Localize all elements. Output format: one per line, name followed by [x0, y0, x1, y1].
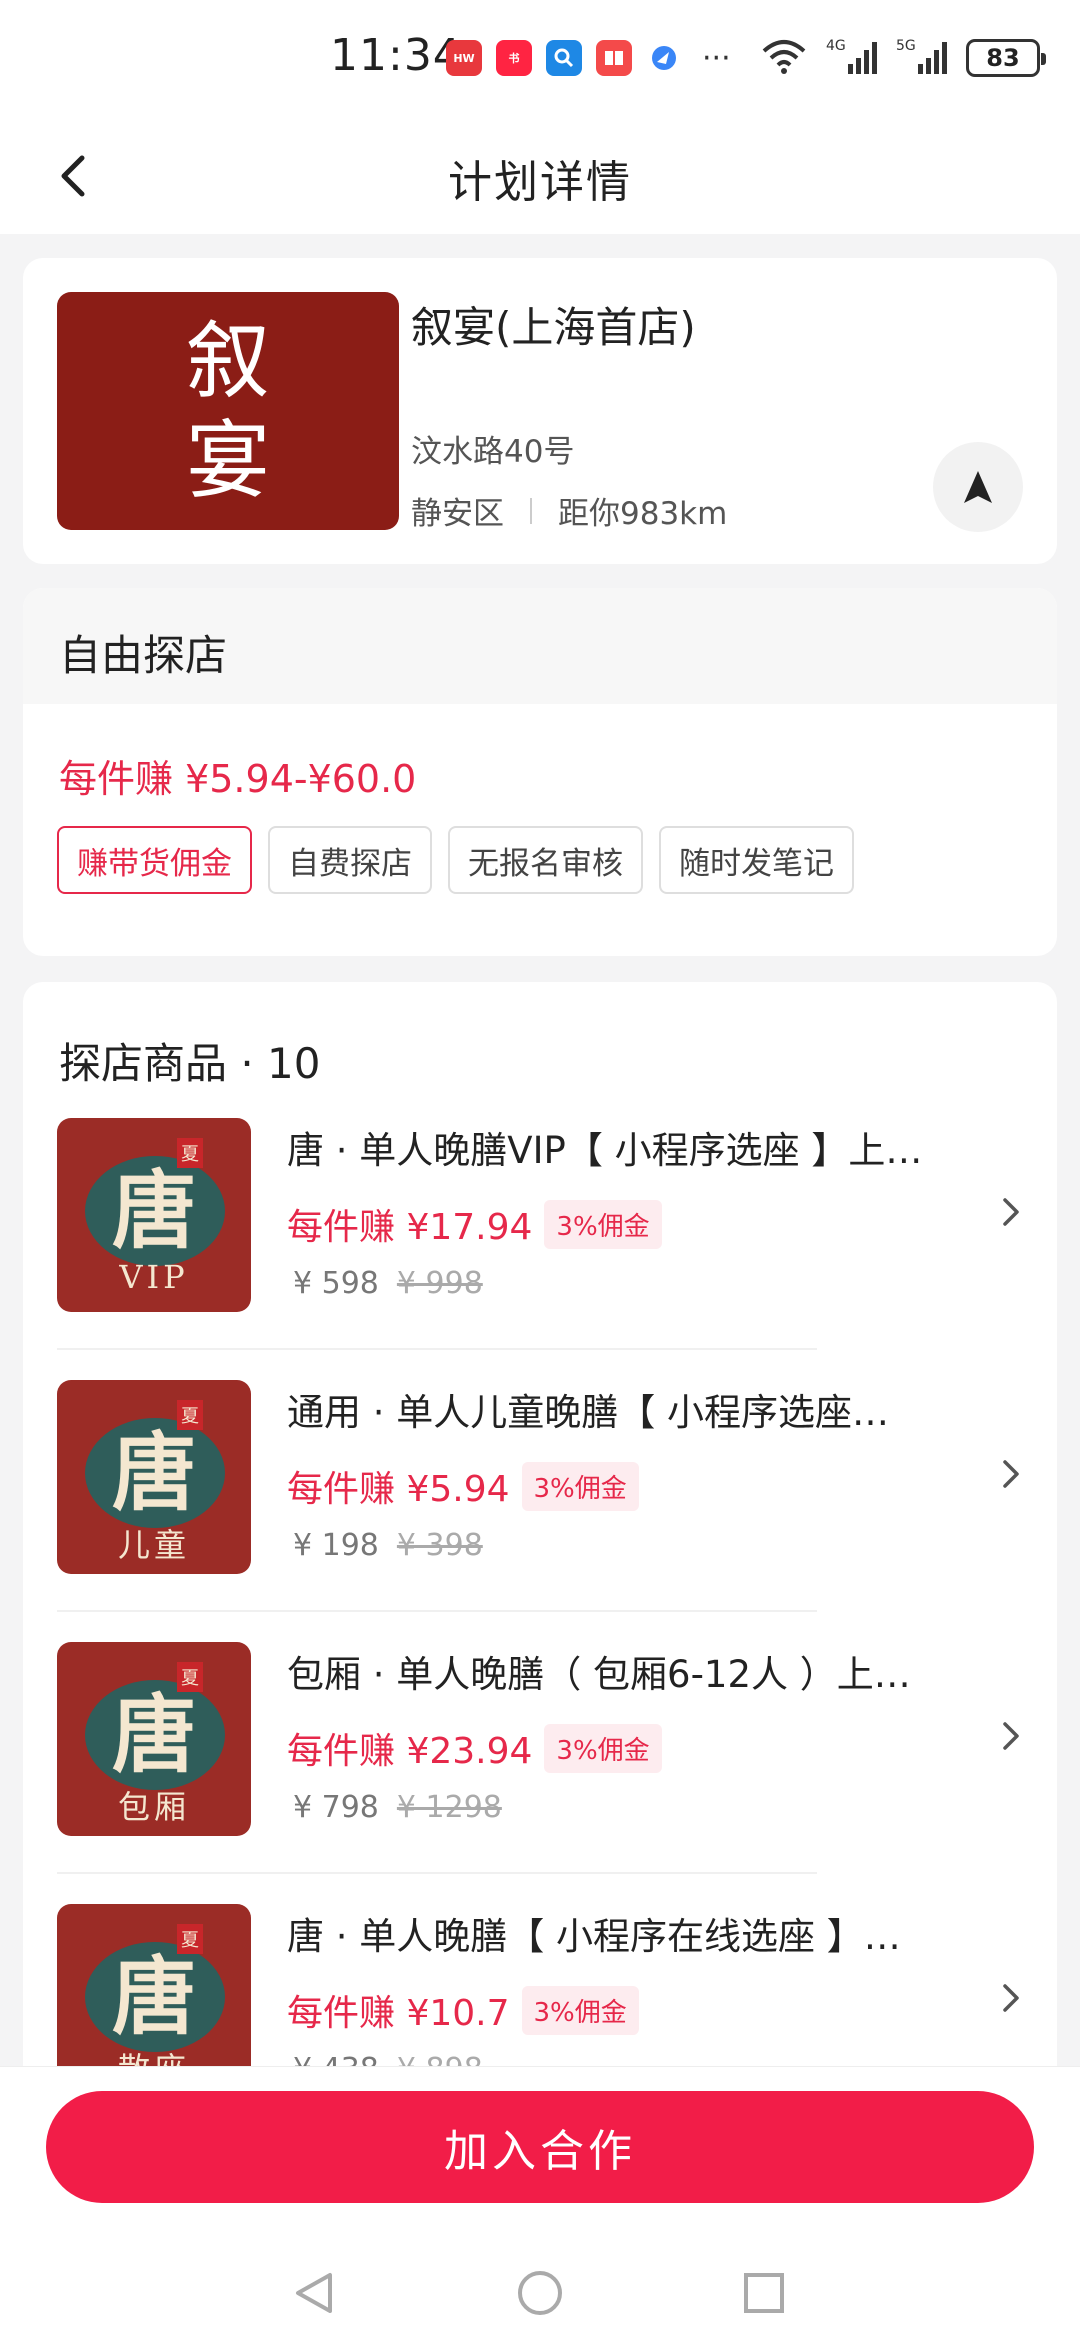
product-name: 包厢 · 单人晚膳（ 包厢6-12人 ）上… — [287, 1653, 911, 1696]
plan-title: 自由探店 — [59, 631, 228, 680]
join-cooperation-button[interactable]: 加入合作 — [46, 2091, 1034, 2203]
store-location: 静安区 距你983km — [411, 488, 727, 533]
product-item[interactable]: 唐 夏 包厢 包厢 · 单人晚膳（ 包厢6-12人 ）上… 每件赚 ¥23.94… — [23, 1642, 1057, 1904]
store-name: 叙宴(上海首店) — [411, 303, 696, 352]
bottom-action-bar: 加入合作 — [0, 2066, 1080, 2338]
svg-text:4G: 4G — [826, 38, 846, 54]
plan-header: 自由探店 — [23, 588, 1057, 704]
signal-4g-icon: 4G — [826, 36, 878, 80]
wifi-icon — [760, 37, 808, 79]
product-name: 通用 · 单人儿童晚膳【 小程序选座… — [287, 1391, 890, 1434]
navigate-button[interactable] — [933, 442, 1023, 532]
product-price: ¥ 598 ¥ 998 — [293, 1266, 483, 1301]
system-navigation-bar — [0, 2263, 1080, 2323]
reader-app-icon — [596, 40, 632, 76]
commission-badge: 3%佣金 — [544, 1723, 662, 1773]
battery-indicator: 83 — [966, 39, 1046, 77]
earn-range: 每件赚 ¥5.94-¥60.0 — [59, 757, 417, 801]
store-address: 汶水路40号 — [411, 434, 575, 470]
notification-icons: HW 书 ··· — [446, 40, 731, 76]
original-price: ¥ 398 — [396, 1528, 483, 1563]
product-earn: 每件赚 ¥10.7 3%佣金 — [287, 1984, 639, 2036]
product-earn: 每件赚 ¥17.94 3%佣金 — [287, 1198, 662, 1250]
search-app-icon — [546, 40, 582, 76]
store-distance: 距你983km — [558, 496, 728, 532]
products-title: 探店商品 · 10 — [59, 1039, 321, 1088]
chevron-right-icon — [1003, 1198, 1019, 1226]
status-time: 11:34 — [330, 30, 462, 81]
svg-text:5G: 5G — [896, 38, 916, 54]
status-bar: 11:34 HW 书 ··· 4G 5G 83 — [0, 0, 1080, 120]
divider — [57, 1348, 817, 1350]
commission-badge: 3%佣金 — [544, 1199, 662, 1249]
tag-commission: 赚带货佣金 — [57, 826, 252, 894]
nav-back-icon[interactable] — [296, 2273, 332, 2313]
commission-badge: 3%佣金 — [521, 1461, 639, 1511]
product-item[interactable]: 唐 夏 儿童 通用 · 单人儿童晚膳【 小程序选座… 每件赚 ¥5.94 3%佣… — [23, 1380, 1057, 1642]
chevron-right-icon — [1003, 1460, 1019, 1488]
page-title: 计划详情 — [448, 157, 632, 208]
page-header: 计划详情 — [0, 120, 1080, 234]
tag-post-anytime: 随时发笔记 — [659, 826, 854, 894]
product-earn: 每件赚 ¥5.94 3%佣金 — [287, 1460, 639, 1512]
browser-app-icon — [646, 40, 682, 76]
commission-badge: 3%佣金 — [521, 1985, 639, 2035]
divider — [57, 1872, 817, 1874]
tag-no-review: 无报名审核 — [448, 826, 643, 894]
product-price: ¥ 798 ¥ 1298 — [293, 1790, 502, 1825]
product-earn: 每件赚 ¥23.94 3%佣金 — [287, 1722, 662, 1774]
divider — [57, 1610, 817, 1612]
store-logo-char-1: 叙 — [185, 312, 270, 410]
plan-tags: 赚带货佣金 自费探店 无报名审核 随时发笔记 — [57, 826, 854, 894]
product-name: 唐 · 单人晚膳【 小程序在线选座 】… — [287, 1915, 901, 1958]
thumb-label: VIP — [119, 1258, 189, 1296]
huawei-app-icon: HW — [446, 40, 482, 76]
store-district: 静安区 — [411, 496, 504, 532]
product-thumbnail: 唐 夏 VIP — [57, 1118, 251, 1312]
more-notifications-icon: ··· — [702, 40, 731, 76]
product-thumbnail: 唐 夏 儿童 — [57, 1380, 251, 1574]
signal-5g-icon: 5G — [896, 36, 948, 80]
chevron-right-icon — [1003, 1722, 1019, 1750]
store-card[interactable]: 叙 宴 叙宴(上海首店) 汶水路40号 静安区 距你983km — [23, 258, 1057, 564]
nav-home-icon[interactable] — [518, 2271, 562, 2315]
chevron-right-icon — [1003, 1984, 1019, 2012]
product-item[interactable]: 唐 夏 VIP 唐 · 单人晚膳VIP【 小程序选座 】上… 每件赚 ¥17.9… — [23, 1118, 1057, 1380]
original-price: ¥ 998 — [396, 1266, 483, 1301]
product-name: 唐 · 单人晚膳VIP【 小程序选座 】上… — [287, 1129, 923, 1172]
thumb-label: 包厢 — [117, 1788, 190, 1826]
store-logo: 叙 宴 — [57, 292, 399, 530]
divider — [530, 497, 532, 524]
original-price: ¥ 1298 — [396, 1790, 502, 1825]
products-card: 探店商品 · 10 唐 夏 VIP 唐 · 单人晚膳VIP【 小程序选座 】上…… — [23, 982, 1057, 2112]
product-price: ¥ 198 ¥ 398 — [293, 1528, 483, 1563]
thumb-label: 儿童 — [117, 1526, 190, 1564]
plan-card: 自由探店 每件赚 ¥5.94-¥60.0 赚带货佣金 自费探店 无报名审核 随时… — [23, 588, 1057, 956]
navigation-arrow-icon — [964, 471, 992, 503]
product-thumbnail: 唐 夏 包厢 — [57, 1642, 251, 1836]
system-icons: 4G 5G 83 — [760, 36, 1046, 80]
xiaohongshu-icon: 书 — [496, 40, 532, 76]
nav-recents-icon[interactable] — [744, 2273, 784, 2313]
tag-self-paid: 自费探店 — [268, 826, 432, 894]
store-logo-char-2: 宴 — [185, 412, 270, 510]
